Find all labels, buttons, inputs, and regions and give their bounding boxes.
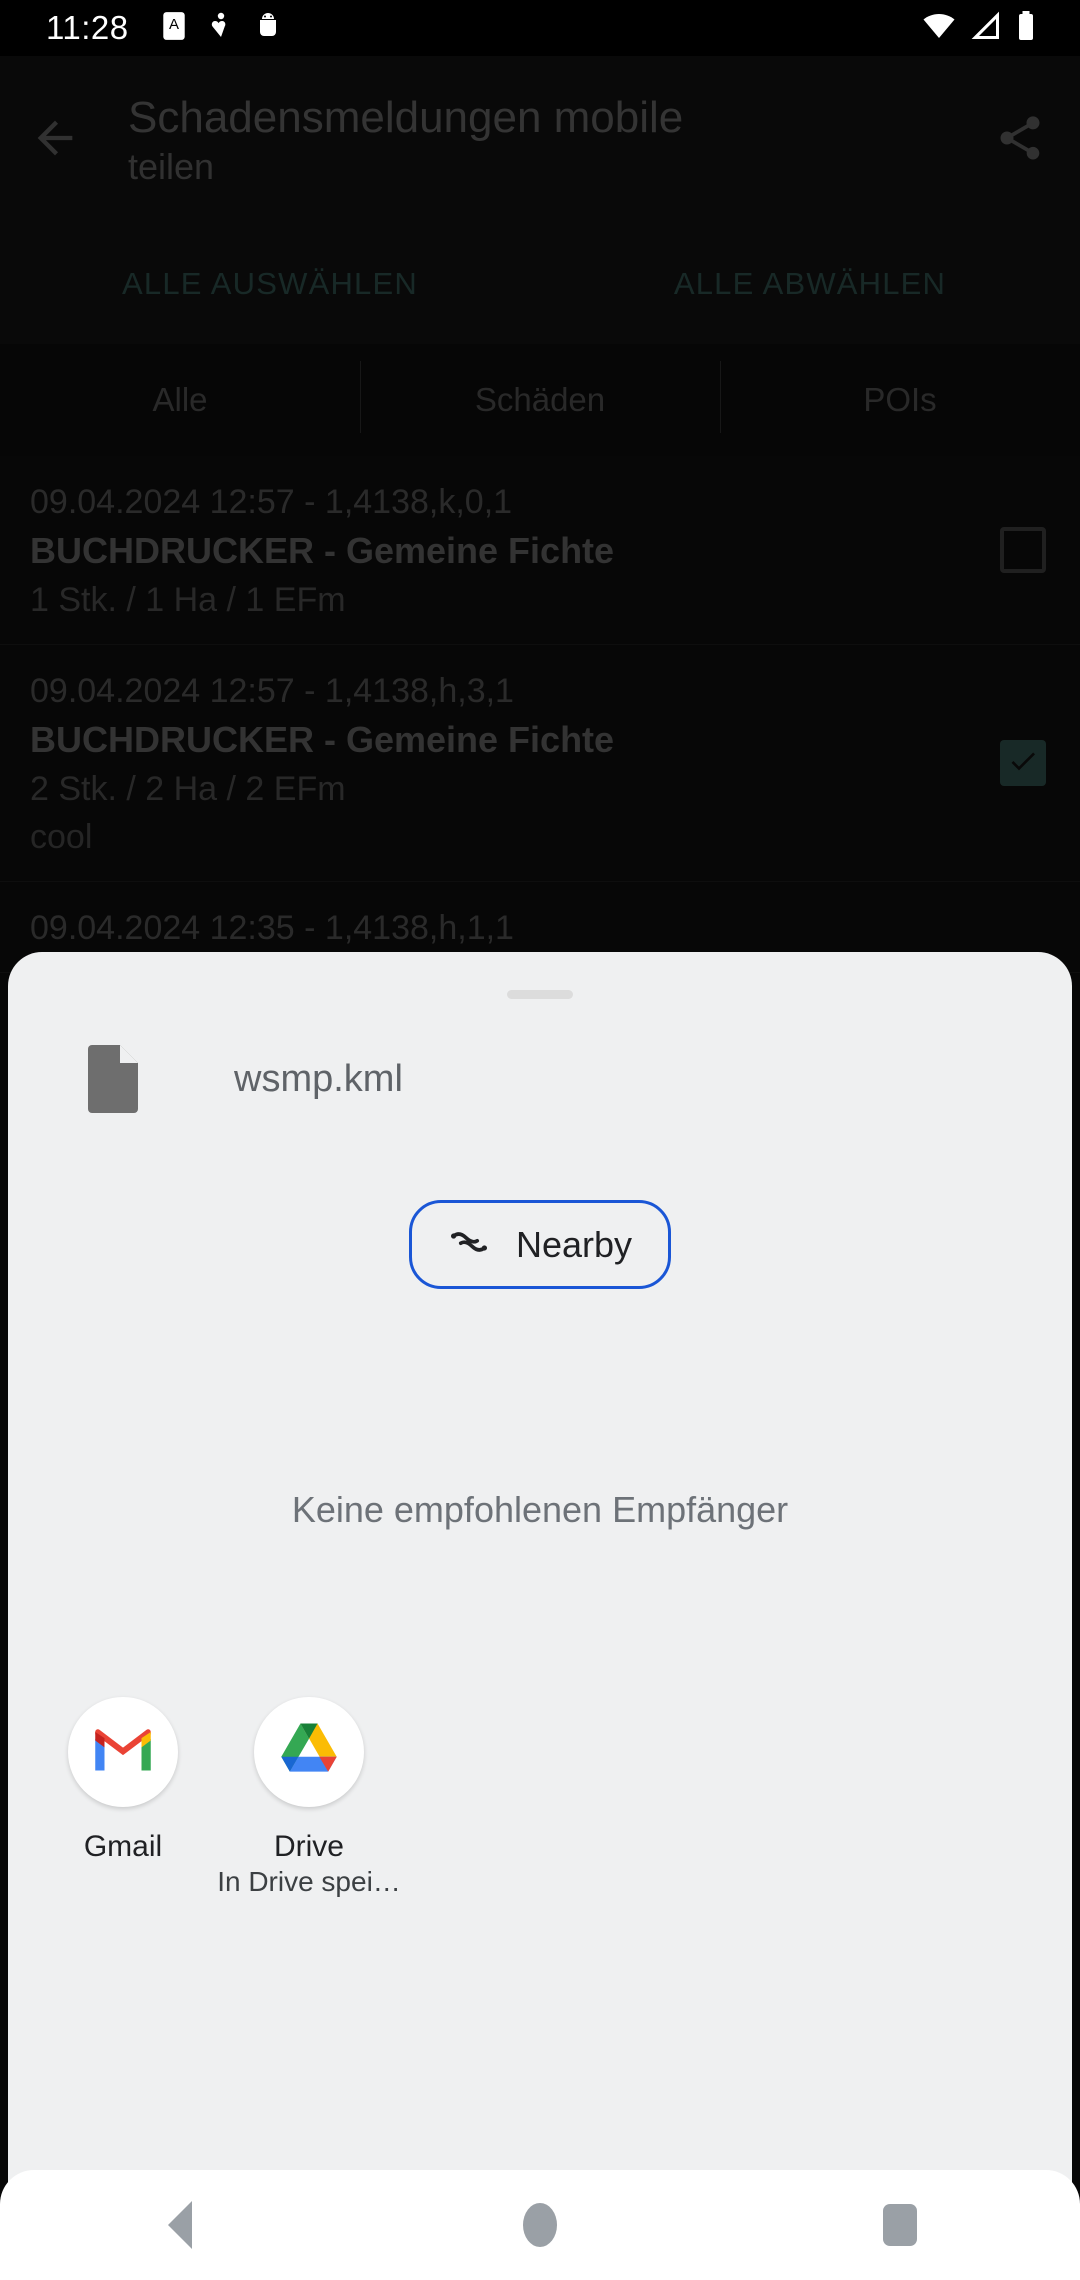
nav-home-button[interactable] — [450, 2170, 630, 2280]
wifi-icon — [922, 11, 956, 46]
nav-home-icon — [523, 2203, 557, 2247]
app-target-drive[interactable]: Drive In Drive spei… — [216, 1697, 402, 1899]
battery-icon — [1016, 10, 1036, 47]
share-bottom-sheet: wsmp.kml Nearby Keine empfohlenen Empfän… — [8, 952, 1072, 2280]
svg-text:A: A — [169, 16, 179, 33]
status-bar: 11:28 A — [0, 0, 1080, 56]
nearby-share-button[interactable]: Nearby — [408, 1200, 672, 1289]
nearby-row: Nearby — [8, 1200, 1072, 1289]
status-notification-icons: A — [161, 11, 281, 46]
app-sublabel: In Drive spei… — [217, 1866, 401, 1897]
drag-handle[interactable] — [507, 990, 573, 999]
gmail-icon — [68, 1697, 178, 1807]
nav-recents-icon — [883, 2204, 917, 2246]
navigation-bar — [0, 2170, 1080, 2280]
google-drive-icon — [254, 1697, 364, 1807]
phone-screen: Schadensmeldungen mobile teilen ALLE AUS… — [0, 0, 1080, 2280]
health-icon — [209, 11, 233, 46]
status-time: 11:28 — [46, 9, 129, 46]
status-system-icons — [922, 10, 1036, 47]
nav-recents-button[interactable] — [810, 2170, 990, 2280]
app-targets-row: Gmail Drive In Drive spei… — [8, 1697, 1072, 1899]
android-icon — [255, 11, 281, 46]
screenshot-icon: A — [161, 11, 187, 46]
app-label: Drive — [273, 1830, 344, 1863]
nearby-label: Nearby — [515, 1223, 633, 1265]
file-name: wsmp.kml — [234, 1058, 403, 1100]
app-label: Gmail — [83, 1830, 163, 1863]
nav-back-button[interactable] — [90, 2170, 270, 2280]
nav-back-icon — [168, 2201, 192, 2249]
signal-icon — [970, 11, 1002, 46]
empty-recipients-message: Keine empfohlenen Empfänger — [291, 1489, 789, 1530]
file-preview: wsmp.kml — [8, 1041, 1072, 1118]
document-file-icon — [86, 1041, 144, 1118]
nearby-share-icon — [448, 1221, 490, 1268]
app-target-gmail[interactable]: Gmail — [30, 1697, 216, 1899]
